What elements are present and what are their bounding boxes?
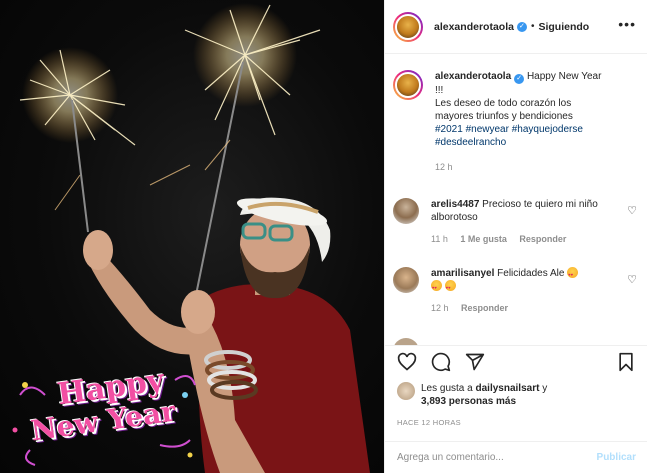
likes-count[interactable]: 3,893 personas más xyxy=(421,396,516,407)
comment-avatar[interactable] xyxy=(393,338,419,345)
heart-eyes-emoji-icon xyxy=(431,280,442,294)
liker-username[interactable]: dailysnailsart xyxy=(476,383,540,394)
caption-username[interactable]: alexanderotaola xyxy=(435,71,511,82)
comment-username[interactable]: arelis4487 xyxy=(431,199,479,210)
comment-meta: 11 h 1 Me gusta Responder xyxy=(431,234,643,244)
comment-username[interactable]: amarilisanyel xyxy=(431,268,494,279)
comment-time: 11 h xyxy=(431,234,448,244)
heart-icon[interactable] xyxy=(397,352,417,372)
comment-text: Felicidades Ale xyxy=(497,268,565,279)
likes-summary: Les gusta a dailysnailsart y 3,893 perso… xyxy=(397,382,547,408)
comment-time: 12 h xyxy=(431,303,449,313)
liker-avatar[interactable] xyxy=(397,382,415,400)
post-photo[interactable]: Happy New Year xyxy=(0,0,384,473)
bookmark-icon[interactable] xyxy=(616,352,636,372)
post-time-ago[interactable]: HACE 12 HORAS xyxy=(397,418,461,427)
comment-like-heart-icon[interactable]: ♡ xyxy=(627,204,637,217)
comment-input[interactable] xyxy=(397,452,587,463)
likes-prefix: Les gusta a xyxy=(421,383,473,394)
caption-verified-badge-icon: ✓ xyxy=(514,74,525,84)
comment-reply-button[interactable]: Responder xyxy=(461,303,508,313)
comment-likes[interactable]: 1 Me gusta xyxy=(460,234,507,244)
instagram-post: Happy New Year alexanderotaola ✓ • Sigui… xyxy=(0,0,647,473)
post-sidebar: alexanderotaola ✓ • Siguiendo ••• alexan… xyxy=(384,0,647,473)
caption-avatar[interactable] xyxy=(393,70,423,100)
author-username[interactable]: alexanderotaola xyxy=(434,21,514,33)
comment-reply-button[interactable]: Responder xyxy=(519,234,566,244)
partial-comment-row xyxy=(393,338,643,345)
sparkler-left xyxy=(19,47,136,233)
post-header: alexanderotaola ✓ • Siguiendo ••• xyxy=(385,0,647,54)
more-options-icon[interactable]: ••• xyxy=(618,16,636,32)
publish-button[interactable]: Publicar xyxy=(597,452,636,463)
add-comment-bar: Publicar xyxy=(385,441,647,473)
comment-like-heart-icon[interactable]: ♡ xyxy=(627,273,637,286)
likes-conjunction: y xyxy=(542,383,548,394)
author-avatar[interactable] xyxy=(393,11,423,42)
caption-text-3: Les deseo de todo corazón los xyxy=(435,98,572,109)
comment-item: arelis4487 Precioso te quiero mi niño al… xyxy=(393,198,643,244)
post-caption: alexanderotaola ✓ Happy New Year !!! Les … xyxy=(393,70,643,174)
separator-dot: • xyxy=(530,21,535,32)
post-actions: Les gusta a dailysnailsart y 3,893 perso… xyxy=(385,345,647,441)
verified-badge-icon: ✓ xyxy=(516,21,527,32)
heart-eyes-emoji-icon xyxy=(444,280,456,294)
caption-hashtags-2[interactable]: #desdeelrancho xyxy=(435,137,506,148)
heart-eyes-emoji-icon xyxy=(567,267,579,281)
comment-avatar[interactable] xyxy=(393,267,419,293)
following-button[interactable]: Siguiendo xyxy=(538,21,589,33)
caption-text-1: Happy New Year xyxy=(526,71,602,82)
caption-time: 12 h xyxy=(435,162,453,172)
comment-icon[interactable] xyxy=(431,352,451,372)
caption-text-4: mayores triunfos y bendiciones xyxy=(435,111,573,122)
comments-list[interactable]: alexanderotaola ✓ Happy New Year !!! Les … xyxy=(385,55,647,345)
comment-meta: 12 h Responder xyxy=(431,303,643,313)
comment-avatar[interactable] xyxy=(393,198,419,224)
share-icon[interactable] xyxy=(465,352,485,372)
caption-hashtags-1[interactable]: #2021 #newyear #hayquejoderse xyxy=(435,124,583,135)
caption-text-2: !!! xyxy=(435,85,444,96)
comment-item: amarilisanyel Felicidades Ale ♡ 12 h Res… xyxy=(393,267,643,313)
